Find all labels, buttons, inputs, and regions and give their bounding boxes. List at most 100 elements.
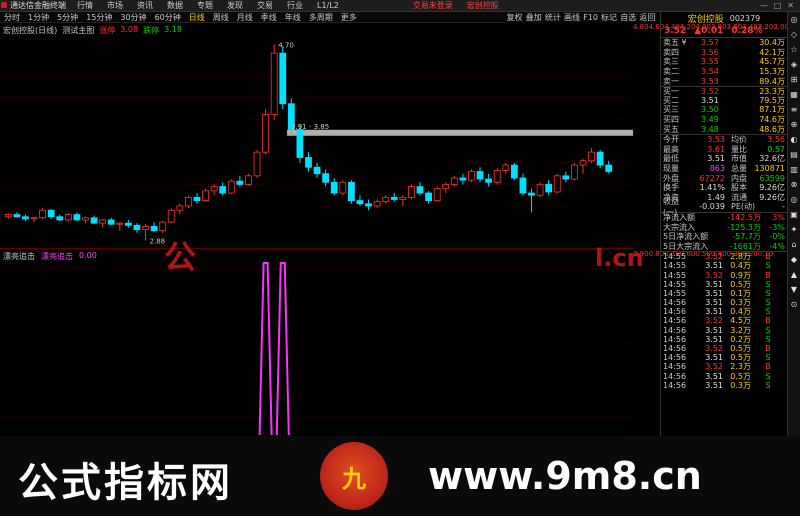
menu-item[interactable]: 资讯 <box>130 0 160 11</box>
period-tab[interactable]: 15分钟 <box>82 12 116 23</box>
menu-item[interactable]: L1/L2 <box>310 1 346 10</box>
sub-y-axis: 0.900.800.700.600.500.400.300.200.10 <box>633 250 773 435</box>
side-tool-icon[interactable]: ◆ <box>791 255 797 264</box>
stock-name[interactable]: 宏创控股 <box>688 12 724 25</box>
menu-item[interactable]: 专题 <box>190 0 220 11</box>
side-tool-icon[interactable]: ◐ <box>791 135 798 144</box>
period-tab[interactable]: 更多 <box>337 12 361 23</box>
flow-pct: -3% <box>769 222 785 232</box>
candle-body <box>545 184 553 193</box>
tick-time: 14:56 <box>663 334 687 344</box>
period-tab[interactable]: 分时 <box>0 12 24 23</box>
candle-body <box>562 175 570 180</box>
side-tool-icon[interactable]: ⊞ <box>791 75 798 84</box>
main-kline-chart[interactable]: 4.70 3.91 - 3.85 2.88 <box>0 23 633 249</box>
maximize-icon[interactable]: □ <box>774 1 782 10</box>
indicator-title[interactable]: 漂亮追击 <box>3 251 35 262</box>
menu-item[interactable]: 交易 <box>250 0 280 11</box>
close-icon[interactable]: ✕ <box>787 1 794 10</box>
stock-header: 宏创控股 002379 <box>661 12 787 25</box>
stock-code: 002379 <box>729 13 761 23</box>
toolbar-button[interactable]: F10 <box>583 13 598 22</box>
period-tab[interactable]: 季线 <box>257 12 281 23</box>
period-tab[interactable]: 周线 <box>209 12 233 23</box>
tick-side: B <box>765 316 771 326</box>
toolbar-button[interactable]: 返回 <box>639 12 655 23</box>
indicator-value: 0.00 <box>79 251 97 260</box>
side-tool-icon[interactable]: ⊙ <box>791 300 798 309</box>
toolbar-button[interactable]: 自选 <box>620 12 636 23</box>
promo-banner: 公式指标网 九 www.9m8.cn <box>0 436 800 516</box>
period-tab[interactable]: 年线 <box>281 12 305 23</box>
candle-body <box>570 164 578 180</box>
candle-body <box>202 190 209 201</box>
side-tool-icon[interactable]: ◈ <box>791 60 797 69</box>
side-tool-icon[interactable]: ✦ <box>791 225 798 234</box>
stat-value: 1.41% <box>699 183 725 193</box>
side-tool-icon[interactable]: ≡ <box>791 105 798 114</box>
toolbar-button[interactable]: 统计 <box>545 12 561 23</box>
candle-body <box>210 186 218 192</box>
signal-indicator-chart[interactable] <box>0 250 633 435</box>
quote-panel: 宏创控股 002379 3.52 ▲0.01 0.28% 卖五 ¥3.57 30.… <box>660 12 787 436</box>
candle-body <box>408 186 415 198</box>
stat-value: 3.56 <box>767 135 785 145</box>
money-flow-row: 5日大宗流入 -1661万 -4% <box>661 241 787 251</box>
login-alert[interactable]: 交易未登录 <box>406 0 460 11</box>
low-label: 2.88 <box>150 237 166 245</box>
side-tool-icon[interactable]: ▥ <box>790 165 798 174</box>
side-tool-icon[interactable]: ▼ <box>791 285 797 294</box>
banner-site-name: 公式指标网 <box>18 460 233 506</box>
indicator-series-name: 漂亮追击 <box>41 252 73 261</box>
side-tool-icon[interactable]: ▲ <box>791 270 797 279</box>
candle-body <box>528 192 535 196</box>
minimize-icon[interactable]: — <box>760 1 768 10</box>
period-tab[interactable]: 多周期 <box>305 12 337 23</box>
tick-side: B <box>765 270 771 280</box>
side-tool-icon[interactable]: ▦ <box>790 90 798 99</box>
menu-item[interactable]: 行情 <box>70 0 100 11</box>
side-tool-icon[interactable]: ▤ <box>790 150 798 159</box>
menu-item[interactable]: 发现 <box>220 0 250 11</box>
orderbook-price: 3.48 <box>701 124 719 134</box>
side-tool-icon[interactable]: ⌂ <box>791 240 796 249</box>
menu-item[interactable]: 数据 <box>160 0 190 11</box>
period-tab[interactable]: 1分钟 <box>24 12 53 23</box>
toolbar-button[interactable]: 复权 <box>507 12 523 23</box>
stat-value: 3.61 <box>707 144 725 154</box>
toolbar-button[interactable]: 画线 <box>564 12 580 23</box>
side-toolbar: ◎ ◇ ☆ ◈ ⊞ ▦ ≡ ⊕ ◐ ▤ ▥ ⊗ ◎ ▣ ✦ ⌂ ◆ ▲ ▼ ⊙ <box>787 12 800 436</box>
menu-item[interactable]: 市场 <box>100 0 130 11</box>
period-tab[interactable]: 日线 <box>185 12 209 23</box>
chart-toolbar: 复权 叠加 统计 画线 F10 标记 自选 返回 <box>505 12 657 23</box>
candle-body <box>253 151 261 177</box>
side-tool-icon[interactable]: ⊕ <box>791 120 798 129</box>
toolbar-button[interactable]: 叠加 <box>526 12 542 23</box>
stock-alert[interactable]: 宏创控股 <box>460 0 506 11</box>
tick-time: 14:56 <box>663 307 687 317</box>
formula-name[interactable]: 测试主图 <box>62 25 94 36</box>
period-tab[interactable]: 月线 <box>233 12 257 23</box>
side-tool-icon[interactable]: ◎ <box>791 15 798 24</box>
tick-time: 14:56 <box>663 380 687 390</box>
side-tool-icon[interactable]: ⊗ <box>791 180 798 189</box>
menu-item[interactable]: 行业 <box>280 0 310 11</box>
resistance-band <box>287 129 633 136</box>
period-tab[interactable]: 30分钟 <box>116 12 150 23</box>
orderbook-row[interactable]: 买五 3.48 48.6万 <box>661 124 787 134</box>
side-tool-icon[interactable]: ☆ <box>790 45 797 54</box>
tick-side: S <box>765 261 771 271</box>
tick-price: 3.51 <box>705 334 723 344</box>
orderbook-row[interactable]: 卖一 3.53 89.4万 <box>661 76 787 86</box>
period-tab[interactable]: 60分钟 <box>151 12 185 23</box>
toolbar-button[interactable]: 标记 <box>601 12 617 23</box>
tick-time: 14:55 <box>663 270 687 280</box>
sub-chart-header: 漂亮追击 漂亮追击 0.00 <box>0 251 97 262</box>
period-tab[interactable]: 5分钟 <box>53 12 82 23</box>
side-tool-icon[interactable]: ◎ <box>791 195 798 204</box>
side-tool-icon[interactable]: ◇ <box>791 30 797 39</box>
side-tool-icon[interactable]: ▣ <box>790 210 798 219</box>
tick-price: 3.51 <box>705 307 723 317</box>
stat-value: - <box>782 202 785 212</box>
candle-body <box>185 196 192 207</box>
